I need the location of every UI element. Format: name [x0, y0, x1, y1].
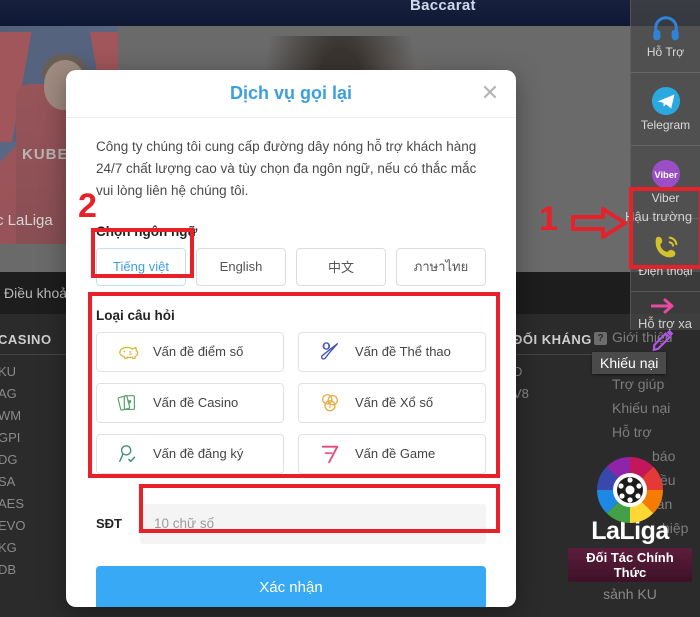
lang-option-english[interactable]: English — [196, 247, 286, 286]
laliga-partner-banner: Đối Tác Chính Thức — [568, 548, 692, 582]
svg-text:Viber: Viber — [654, 170, 678, 180]
dialog-body: Công ty chúng tôi cung cấp đường dây nón… — [66, 118, 516, 607]
question-option-game-label: Vấn đề Game — [355, 446, 436, 462]
help-badge-icon: ? — [594, 332, 607, 345]
laliga-subtext: sảnh KU — [603, 586, 657, 602]
question-option-casino[interactable]: Vấn đề Casino — [96, 382, 284, 423]
playing-cards-icon — [117, 394, 136, 411]
arrow-right-icon — [651, 298, 674, 313]
question-type-options: $ Vấn đề điểm số Vấn đề Thể thao Vấn đề … — [96, 331, 486, 474]
laliga-partner-logo: LaLiga Đối Tác Chính Thức sảnh KU — [568, 455, 692, 602]
question-option-lottery[interactable]: 8 Vấn đề Xổ số — [298, 382, 486, 423]
laliga-football-icon — [595, 455, 665, 525]
coins-icon: 8 — [322, 393, 338, 412]
red-arrow-right-icon — [571, 207, 627, 239]
rail-overlap-text: Hậu trường — [625, 209, 693, 224]
footer-column-casino-header: CASINO — [0, 332, 106, 355]
question-option-sports[interactable]: Vấn đề Thể thao — [298, 331, 486, 372]
lang-option-chinese[interactable]: 中文 — [296, 247, 386, 286]
lang-option-vietnamese[interactable]: Tiếng việt — [96, 247, 186, 286]
footer-column-doikhang-header: ĐỐI KHÁNG — [513, 332, 621, 355]
question-option-registration[interactable]: Vấn đề đăng ký — [96, 433, 284, 474]
phone-input[interactable] — [140, 503, 486, 544]
rail-label-support: Hỗ Trợ — [646, 45, 685, 59]
rail-label-remote-support: Hỗ trợ xa — [637, 315, 693, 331]
terms-label[interactable]: Điều khoản — [0, 285, 75, 301]
question-option-lottery-label: Vấn đề Xổ số — [355, 395, 434, 411]
dialog-title: Dịch vụ gọi lại — [229, 83, 353, 103]
piggy-bank-icon: $ — [119, 346, 139, 359]
annotation-step-1: 1 — [539, 200, 558, 238]
viber-icon: Viber — [651, 159, 680, 189]
footer-casino-item-4[interactable]: DG — [0, 452, 18, 467]
telegram-icon — [651, 86, 680, 116]
footer-casino-item-6[interactable]: AES — [0, 496, 24, 511]
rail-label-telegram: Telegram — [640, 118, 691, 132]
question-option-casino-label: Vấn đề Casino — [153, 395, 239, 411]
close-icon[interactable]: ✕ — [478, 82, 502, 106]
lang-option-thai[interactable]: ภาษาไทย — [396, 247, 486, 286]
dialog-intro-text: Công ty chúng tôi cung cấp đường dây nón… — [96, 139, 477, 198]
page-root: Baccarat KUBET c LaLiga Điều khoản CASIN… — [0, 0, 700, 617]
baseball-bat-icon — [321, 341, 339, 360]
footer-casino-item-9[interactable]: DB — [0, 562, 16, 577]
footer-casino-item-1[interactable]: AG — [0, 386, 17, 401]
rail-item-remote-support[interactable]: Hỗ trợ xa — [630, 295, 700, 333]
language-options: Tiếng việt English 中文 ภาษาไทย — [96, 247, 486, 286]
footer-casino-item-2[interactable]: WM — [0, 408, 21, 423]
question-section-label: Loại câu hỏi — [96, 307, 175, 323]
annotation-step-2: 2 — [78, 187, 97, 225]
footer-casino-item-3[interactable]: GPI — [0, 430, 20, 445]
question-option-score[interactable]: $ Vấn đề điểm số — [96, 331, 284, 372]
phone-row: SĐT — [96, 503, 486, 544]
tooltip-khieu-nai: Khiếu nại — [592, 352, 667, 374]
rail-label-viber: Viber — [651, 191, 680, 205]
support-rail: Hỗ Trợ Telegram Viber Viber Điện thoại — [630, 0, 700, 330]
rail-label-phone: Điện thoại — [638, 264, 693, 278]
question-option-game[interactable]: Vấn đề Game — [298, 433, 486, 474]
topbar-title: Baccarat — [410, 0, 476, 14]
question-option-score-label: Vấn đề điểm số — [153, 344, 244, 360]
rail-item-support[interactable]: Hỗ Trợ — [631, 0, 700, 73]
footer-link-1[interactable]: Khiếu nại — [612, 400, 670, 416]
question-option-sports-label: Vấn đề Thể thao — [355, 344, 451, 360]
footer-casino-item-8[interactable]: KG — [0, 540, 17, 555]
footer-link-2[interactable]: Hỗ trợ — [612, 424, 652, 440]
language-section-label: Chọn ngôn ngữ — [96, 223, 198, 239]
rail-item-phone[interactable]: Điện thoại — [631, 219, 700, 292]
person-check-icon — [119, 444, 136, 462]
footer-casino-item-0[interactable]: KU — [0, 364, 16, 379]
dialog-header: Dịch vụ gọi lại ✕ — [66, 70, 516, 118]
phone-label: SĐT — [96, 516, 122, 532]
svg-text:8: 8 — [328, 404, 331, 410]
question-option-registration-label: Vấn đề đăng ký — [153, 446, 244, 462]
svg-text:$: $ — [129, 350, 132, 356]
footer-casino-item-5[interactable]: SA — [0, 474, 15, 489]
submit-button[interactable]: Xác nhận — [96, 565, 486, 607]
footer-casino-item-7[interactable]: EVO — [0, 518, 25, 533]
footer-link-0[interactable]: Trợ giúp — [612, 376, 664, 392]
seven-icon — [321, 445, 339, 463]
rail-item-telegram[interactable]: Telegram — [631, 73, 700, 146]
site-topbar: Baccarat — [0, 0, 700, 26]
phone-callback-icon — [655, 236, 677, 258]
callback-service-dialog: Dịch vụ gọi lại ✕ Công ty chúng tôi cung… — [66, 70, 516, 607]
headphones-icon — [652, 16, 679, 41]
